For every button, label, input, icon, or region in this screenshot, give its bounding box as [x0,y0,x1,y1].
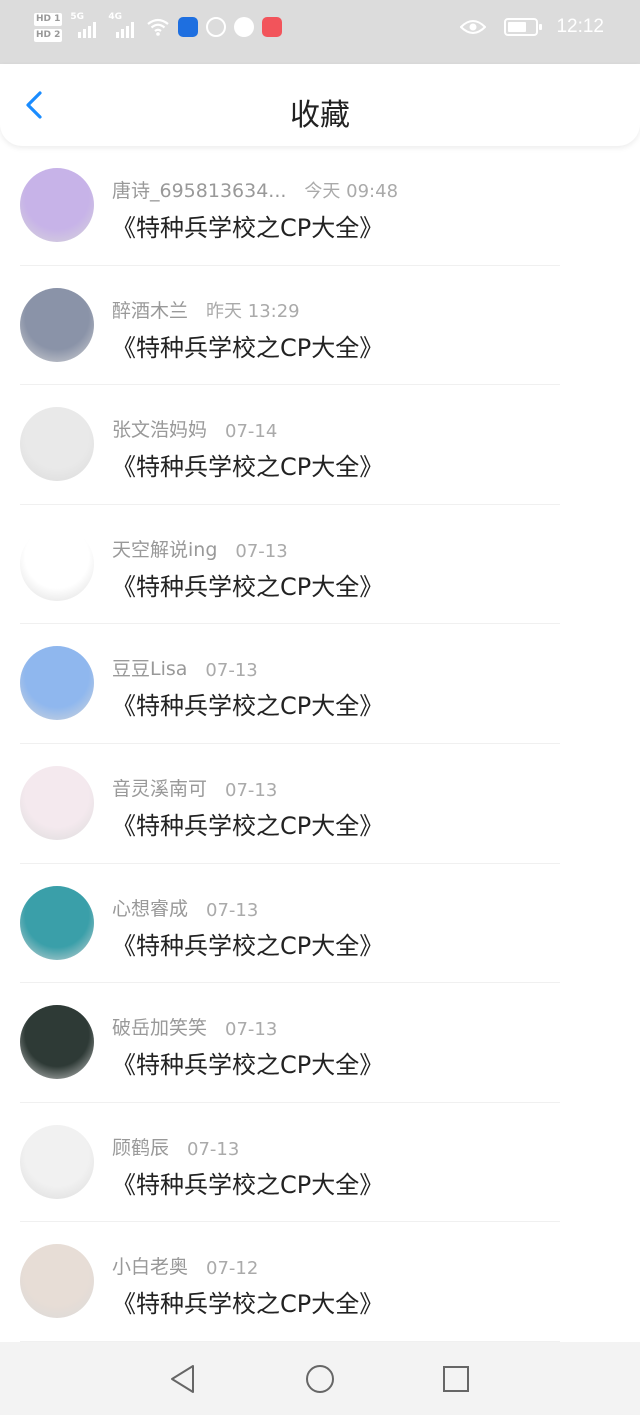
list-item[interactable]: 音灵溪南可 07-13 《特种兵学校之CP大全》 [0,744,640,864]
timestamp: 07-13 [205,660,258,682]
battery-icon [504,18,543,36]
hd-badge-1: HD 1 [34,12,63,26]
item-meta: 小白老奥 07-12 [112,1252,258,1279]
item-title[interactable]: 《特种兵学校之CP大全》 [112,926,383,961]
recents-square-icon [443,1366,469,1392]
user-name[interactable]: 心想睿成 [112,894,188,921]
user-name[interactable]: 天空解说ing [112,535,217,562]
favorites-list: 唐诗_695813634... 今天 09:48 《特种兵学校之CP大全》 醉酒木兰昨… [0,146,640,1342]
header: 收藏 [0,64,640,146]
home-circle-icon [306,1365,334,1393]
page-title: 收藏 [290,98,350,133]
user-name[interactable]: 小白老奥 [112,1252,188,1279]
item-title[interactable]: 《特种兵学校之CP大全》 [112,208,383,243]
hd-badge-2: HD 2 [34,28,63,42]
notification-app-icon-2 [206,17,227,37]
avatar[interactable] [20,765,94,840]
user-name[interactable]: 豆豆Lisa [112,654,187,681]
avatar[interactable] [20,885,94,960]
item-meta: 张文浩妈妈 07-14 [112,415,277,442]
timestamp: 今天 09:48 [304,181,399,202]
list-item[interactable]: 心想睿成 07-13 《特种兵学校之CP大全》 [0,864,640,984]
user-name[interactable]: 音灵溪南可 [112,774,207,801]
avatar[interactable] [20,646,94,721]
user-name[interactable]: 张文浩妈妈 [112,415,207,442]
list-item[interactable]: 天空解说ing 07-13 《特种兵学校之CP大全》 [0,505,640,625]
nav-back-button[interactable] [167,1363,199,1395]
item-meta: 唐诗_695813634... 今天 09:48 [112,176,398,203]
list-item[interactable]: 醉酒木兰 昨天 13:29 《特种兵学校之CP大全》 [0,266,640,386]
item-meta: 醉酒木兰 昨天 13:29 [112,296,300,323]
item-title[interactable]: 《特种兵学校之CP大全》 [112,1045,383,1080]
nav-recents-button[interactable] [440,1363,472,1395]
back-triangle-icon [171,1365,194,1393]
avatar[interactable] [20,168,94,242]
timestamp: 07-12 [206,1258,259,1280]
network-type-1: 5G [70,12,85,22]
timestamp: 07-14 [225,421,278,443]
item-title[interactable]: 《特种兵学校之CP大全》 [112,328,383,363]
status-bar-left: HD 1 HD 2 5G 4G [34,12,283,42]
avatar[interactable] [20,526,94,601]
item-meta: 心想睿成 07-13 [112,894,258,921]
timestamp: 07-13 [225,1019,278,1041]
list-item[interactable]: 顾鹤辰 07-13 《特种兵学校之CP大全》 [0,1103,640,1223]
timestamp: 07-13 [235,540,288,562]
network-type-2: 4G [108,12,123,22]
item-title[interactable]: 《特种兵学校之CP大全》 [112,447,383,482]
list-item[interactable]: 张文浩妈妈 07-14 《特种兵学校之CP大全》 [0,385,640,505]
user-name[interactable]: 顾鹤辰 [112,1133,169,1160]
list-item[interactable]: 小白老奥 07-12 《特种兵学校之CP大全》 [0,1222,640,1342]
item-meta: 天空解说ing 07-13 [112,535,288,562]
item-title[interactable]: 《特种兵学校之CP大全》 [112,1165,383,1200]
status-bar-right: 12:12 [460,16,604,38]
item-title[interactable]: 《特种兵学校之CP大全》 [112,686,383,721]
timestamp: 07-13 [225,779,278,801]
signal-icon: 5G [70,12,100,42]
timestamp: 昨天 13:29 [206,300,300,322]
list-item[interactable]: 豆豆Lisa 07-13 《特种兵学校之CP大全》 [0,624,640,744]
nav-home-button[interactable] [304,1363,336,1395]
avatar[interactable] [20,1244,94,1319]
item-meta: 豆豆Lisa 07-13 [112,654,258,681]
list-item[interactable]: 破岳加笑笑 07-13 《特种兵学校之CP大全》 [0,983,640,1103]
item-meta: 音灵溪南可 07-13 [112,774,277,801]
notification-app-icon-3 [234,17,255,37]
eye-icon [460,20,487,34]
item-meta: 顾鹤辰 07-13 [112,1133,239,1160]
timestamp: 07-13 [187,1138,240,1160]
wifi-icon [147,18,170,36]
system-nav-bar [0,1342,640,1415]
timestamp: 07-13 [206,899,259,921]
hd-indicators: HD 1 HD 2 [34,12,63,42]
user-name[interactable]: 唐诗_695813634... [112,176,286,203]
avatar[interactable] [20,287,94,362]
clock: 12:12 [556,16,604,37]
item-meta: 破岳加笑笑 07-13 [112,1013,277,1040]
notification-app-icon [178,17,199,37]
avatar[interactable] [20,1005,94,1080]
item-title[interactable]: 《特种兵学校之CP大全》 [112,806,383,841]
list-item[interactable]: 唐诗_695813634... 今天 09:48 《特种兵学校之CP大全》 [0,146,640,266]
user-name[interactable]: 破岳加笑笑 [112,1013,207,1040]
user-name[interactable]: 醉酒木兰 [112,296,188,323]
avatar[interactable] [20,1124,94,1199]
item-title[interactable]: 《特种兵学校之CP大全》 [112,1284,383,1319]
signal-icon-2: 4G [108,12,138,42]
avatar[interactable] [20,407,94,482]
status-bar: HD 1 HD 2 5G 4G 12:12 [0,0,640,64]
notification-app-icon-4 [262,17,283,37]
item-title[interactable]: 《特种兵学校之CP大全》 [112,567,383,602]
